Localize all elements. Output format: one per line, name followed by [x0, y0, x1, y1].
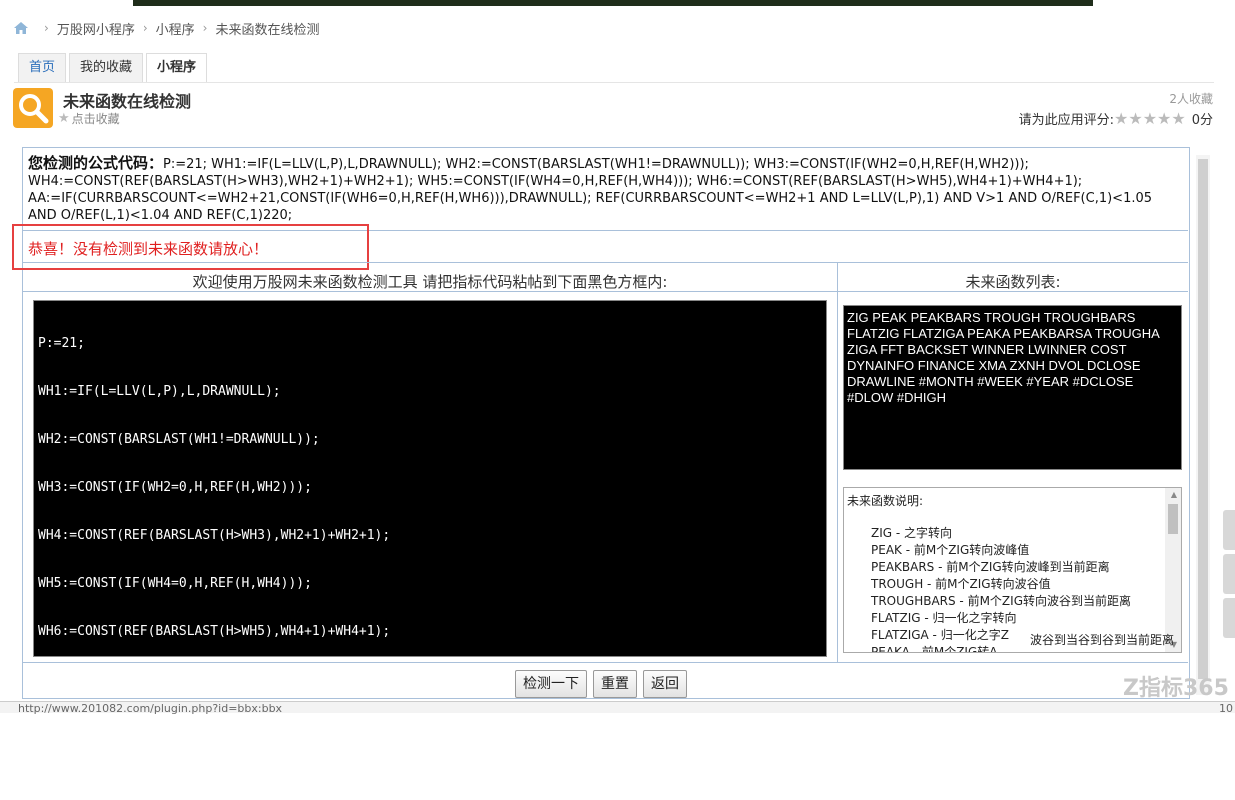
list-item: TROUGH - 前M个ZIG转向波谷值 [871, 577, 1051, 591]
side-button[interactable] [1223, 554, 1235, 594]
divider [23, 262, 1188, 263]
chevron-right-icon: › [142, 21, 148, 35]
tab-bar: 首页 我的收藏 小程序 [18, 53, 210, 83]
favorite-link[interactable]: ★ 点击收藏 [58, 110, 120, 127]
zoom-level: 10 [1219, 702, 1233, 715]
check-button[interactable]: 检测一下 [515, 670, 587, 698]
home-icon[interactable] [14, 22, 28, 34]
back-button[interactable]: 返回 [643, 670, 687, 698]
list-item: ZIG - 之字转向 [871, 526, 953, 540]
action-buttons: 检测一下 重置 返回 [515, 670, 693, 698]
magnifier-icon [19, 94, 49, 124]
scrollbar-thumb[interactable] [1168, 504, 1178, 534]
divider [14, 82, 1214, 83]
input-header: 欢迎使用万股网未来函数检测工具 请把指标代码粘帖到下面黑色方框内: [192, 273, 668, 291]
rating-stars[interactable]: ★★★★★ [1114, 109, 1186, 128]
breadcrumb-item[interactable]: 万股网小程序 [57, 19, 135, 38]
favorite-count: 2人收藏 [1169, 92, 1213, 106]
code-line: WH6:=CONST(REF(BARSLAST(H>WH5),WH4+1)+WH… [38, 624, 391, 639]
app-icon [13, 88, 53, 128]
formula-label: 您检测的公式代码： [28, 154, 164, 172]
tab-home[interactable]: 首页 [18, 53, 67, 82]
reset-button[interactable]: 重置 [593, 670, 637, 698]
favorite-label: 点击收藏 [71, 112, 120, 126]
tab-favorites[interactable]: 我的收藏 [69, 53, 144, 82]
formula-display: 您检测的公式代码：P:=21; WH1:=IF(L=LLV(L,P),L,DRA… [28, 155, 1158, 224]
code-line: AA:=IF(CURRBARSCOUNT<=WH2+21,CONST(IF(WH… [38, 672, 579, 687]
top-banner-strip [133, 0, 1093, 6]
code-line: WH4:=CONST(REF(BARSLAST(H>WH3),WH2+1)+WH… [38, 528, 391, 543]
chevron-right-icon: › [44, 21, 49, 35]
star-icon[interactable]: ★ [1114, 109, 1128, 128]
code-line: P:=21; [38, 336, 85, 351]
tab-miniprogram[interactable]: 小程序 [146, 53, 208, 83]
status-bar: http://www.201082.com/plugin.php?id=bbx:… [0, 701, 1235, 715]
watermark-logo: Z指标365 [1123, 676, 1229, 701]
page-scrollbar[interactable] [1196, 155, 1210, 695]
overlay-text: 波谷到当谷到谷到当前距离 [1030, 633, 1175, 647]
divider [23, 291, 1188, 292]
list-item: PEAK - 前M个ZIG转向波峰值 [871, 543, 1030, 557]
code-line: WH3:=CONST(IF(WH2=0,H,REF(H,WH2))); [38, 480, 312, 495]
list-item: PEAKBARS - 前M个ZIG转向波峰到当前距离 [871, 560, 1110, 574]
rating-score: 0分 [1191, 113, 1213, 128]
list-item: FLATZIG - 归一化之字转向 [871, 611, 1017, 625]
breadcrumb-item: 未来函数在线检测 [215, 22, 320, 38]
code-line: WH5:=CONST(IF(WH4=0,H,REF(H,WH4))); [38, 576, 312, 591]
list-item: TROUGHBARS - 前M个ZIG转向波谷到当前距离 [871, 594, 1131, 608]
code-input[interactable]: P:=21; WH1:=IF(L=LLV(L,P),L,DRAWNULL); W… [33, 300, 827, 783]
column-divider [837, 263, 838, 662]
status-url: http://www.201082.com/plugin.php?id=bbx:… [18, 702, 283, 715]
code-line: REF(C,1)<REF(O,1) AND FROMOPEN>220; [38, 768, 312, 783]
rating-label: 请为此应用评分: [1018, 113, 1114, 128]
breadcrumb-item[interactable]: 小程序 [156, 19, 195, 38]
code-line: WH1:=IF(L=LLV(L,P),L,DRAWNULL); [38, 384, 281, 399]
scroll-up-icon[interactable]: ▲ [1171, 490, 1177, 499]
rating-bar: 请为此应用评分: ★★★★★ 0分 [1019, 109, 1213, 128]
star-icon[interactable]: ★ [1128, 109, 1142, 128]
function-list-header: 未来函数列表: [965, 273, 1061, 291]
function-description-box[interactable]: 未来函数说明: ZIG - 之字转向 PEAK - 前M个ZIG转向波峰值 PE… [843, 487, 1182, 653]
formula-text: P:=21; WH1:=IF(L=LLV(L,P),L,DRAWNULL); W… [28, 157, 1153, 223]
chevron-right-icon: › [202, 21, 208, 35]
star-icon[interactable]: ★ [1143, 109, 1157, 128]
side-float-buttons [1223, 510, 1235, 642]
code-line: REF(CURRBARSCOUNT<=WH2+1 AND L=LLV(L,P),… [38, 720, 782, 735]
side-button[interactable] [1223, 510, 1235, 550]
star-icon[interactable]: ★ [1171, 109, 1185, 128]
highlight-box [12, 224, 369, 270]
breadcrumb: › 万股网小程序 › 小程序 › 未来函数在线检测 [14, 18, 319, 38]
side-button[interactable] [1223, 598, 1235, 638]
app-title: 未来函数在线检测 [63, 92, 192, 111]
description-title: 未来函数说明: [847, 494, 924, 508]
star-icon: ★ [58, 111, 70, 126]
star-icon[interactable]: ★ [1157, 109, 1171, 128]
code-line: WH2:=CONST(BARSLAST(WH1!=DRAWNULL)); [38, 432, 320, 447]
function-list[interactable]: ZIG PEAK PEAKBARS TROUGH TROUGHBARS FLAT… [843, 305, 1182, 470]
scrollbar-thumb[interactable] [1198, 159, 1208, 679]
divider [23, 662, 1188, 663]
